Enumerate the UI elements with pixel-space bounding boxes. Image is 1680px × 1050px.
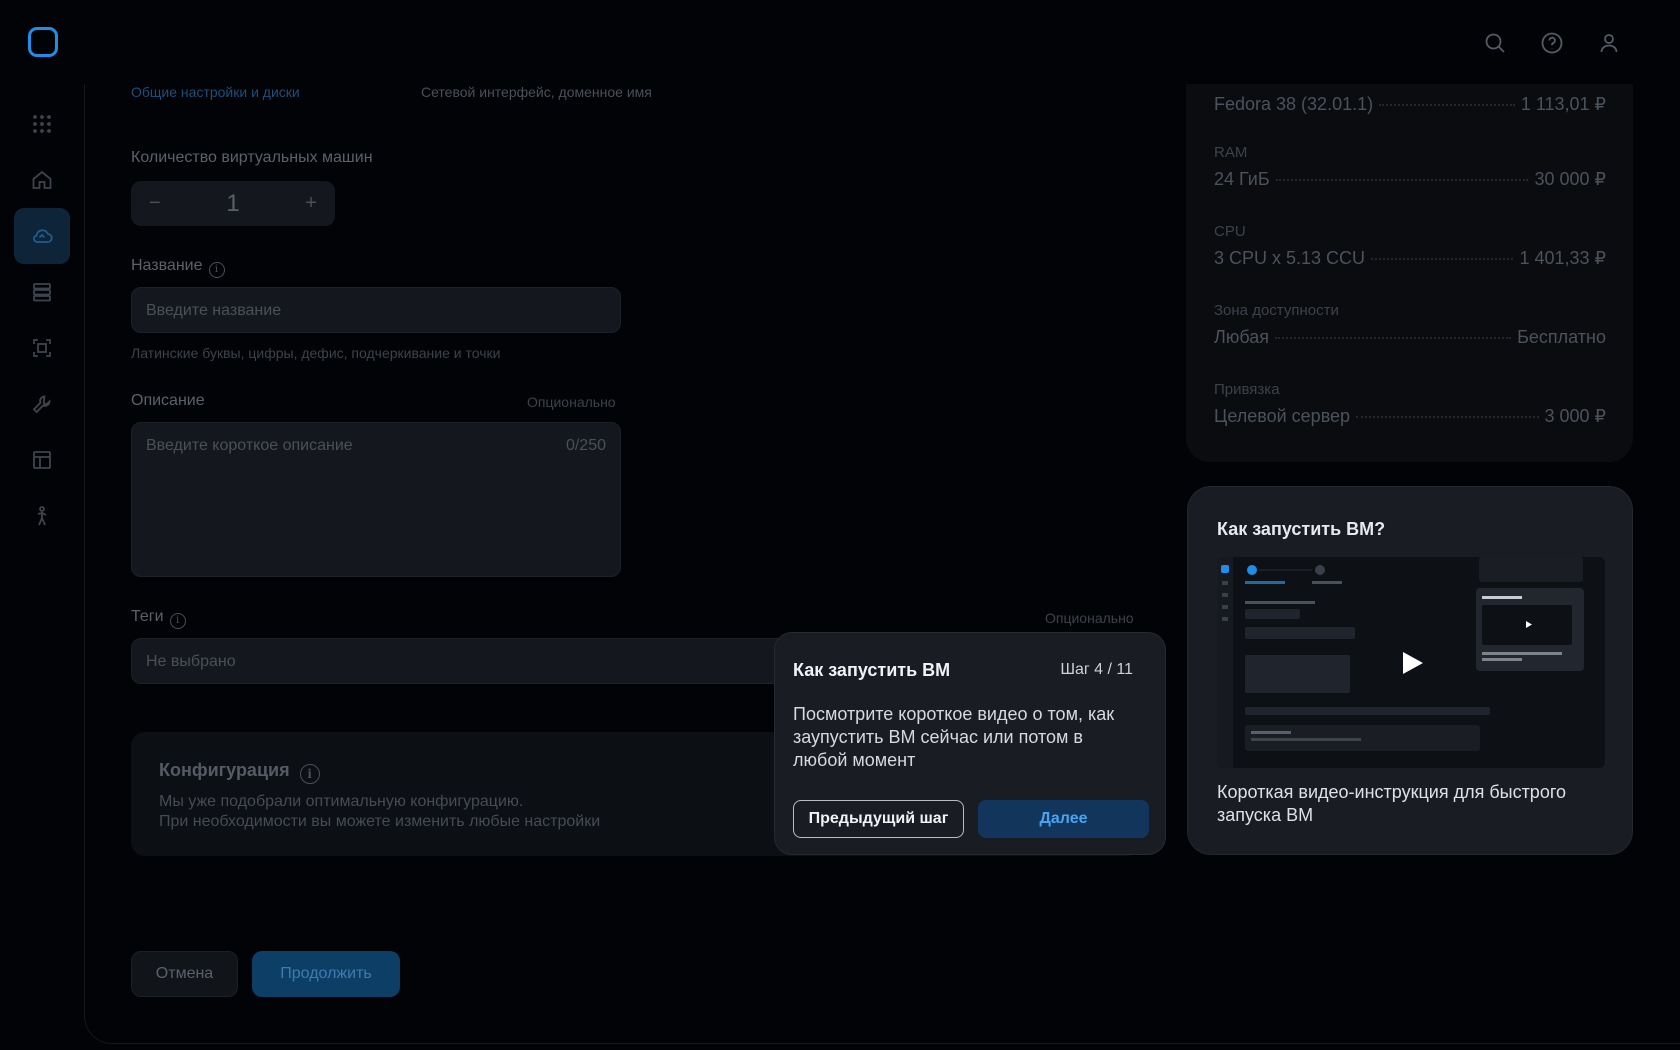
leader-dots bbox=[1371, 258, 1514, 260]
leader-dots bbox=[1379, 104, 1515, 106]
step-next-subtitle[interactable]: Сетевой интерфейс, доменное имя bbox=[421, 84, 652, 100]
header-actions bbox=[1480, 28, 1624, 58]
home-icon[interactable] bbox=[14, 152, 70, 208]
price-item-value: 3 000 ₽ bbox=[1544, 406, 1607, 426]
cloud-icon[interactable] bbox=[14, 208, 70, 264]
leader-dots bbox=[1275, 179, 1529, 181]
tags-label-row: Теги i bbox=[131, 608, 186, 629]
price-row-ram: RAM 24 ГиБ 30 000 ₽ bbox=[1214, 144, 1606, 190]
decrement-button[interactable]: − bbox=[149, 192, 161, 215]
video-card-title: Как запустить ВМ? bbox=[1217, 519, 1386, 539]
layout-icon[interactable] bbox=[14, 432, 70, 488]
price-item-name: Любая bbox=[1214, 327, 1269, 347]
description-textarea[interactable]: Введите короткое описание 0/250 bbox=[131, 422, 621, 577]
price-item-value: 1 401,33 ₽ bbox=[1519, 248, 1606, 268]
price-row-os: Fedora 38 (32.01.1) 1 113,01 ₽ bbox=[1214, 94, 1606, 115]
vm-count-label: Количество виртуальных машин bbox=[131, 149, 373, 166]
tags-label: Теги bbox=[131, 608, 164, 625]
cancel-button[interactable]: Отмена bbox=[131, 951, 238, 997]
configuration-line-2: При необходимости вы можете изменить люб… bbox=[159, 813, 601, 830]
increment-button[interactable]: + bbox=[305, 192, 317, 215]
price-row-zone: Зона доступности Любая Бесплатно bbox=[1214, 302, 1606, 348]
info-icon[interactable]: i bbox=[169, 612, 186, 629]
price-category: RAM bbox=[1214, 144, 1248, 161]
info-icon[interactable]: i bbox=[299, 764, 320, 784]
info-icon[interactable]: i bbox=[208, 261, 225, 278]
apps-grid-icon[interactable] bbox=[14, 96, 70, 152]
onboarding-tour-popover: Как запустить ВМ Шаг 4 / 11 Посмотрите к… bbox=[774, 632, 1166, 855]
price-item-value: 30 000 ₽ bbox=[1534, 169, 1606, 189]
app-logo[interactable] bbox=[28, 27, 58, 57]
tour-title: Как запустить ВМ bbox=[793, 660, 951, 680]
price-category: CPU bbox=[1214, 223, 1246, 240]
tags-select[interactable]: Не выбрано bbox=[131, 638, 791, 684]
help-icon[interactable] bbox=[1537, 28, 1567, 58]
play-icon[interactable] bbox=[1403, 652, 1423, 674]
price-row-binding: Привязка Целевой сервер 3 000 ₽ bbox=[1214, 381, 1606, 427]
tour-step-counter: Шаг 4 / 11 bbox=[1060, 661, 1133, 678]
name-hint: Латинские буквы, цифры, дефис, подчеркив… bbox=[131, 345, 501, 361]
leader-dots bbox=[1274, 337, 1512, 339]
price-item-name: 24 ГиБ bbox=[1214, 169, 1270, 189]
name-input[interactable]: Введите название bbox=[131, 287, 621, 333]
video-thumbnail[interactable] bbox=[1217, 557, 1605, 768]
previous-step-button[interactable]: Предыдущий шаг bbox=[793, 800, 964, 838]
next-step-button[interactable]: Далее bbox=[978, 800, 1149, 838]
price-row-cpu: CPU 3 CPU x 5.13 CCU 1 401,33 ₽ bbox=[1214, 223, 1606, 269]
price-item-value: Бесплатно bbox=[1517, 327, 1606, 347]
configuration-title: Конфигурация bbox=[159, 760, 290, 780]
description-label: Описание bbox=[131, 392, 205, 409]
frame-icon[interactable] bbox=[14, 320, 70, 376]
description-placeholder: Введите короткое описание bbox=[146, 437, 353, 454]
leader-dots bbox=[1356, 416, 1539, 418]
tour-body: Посмотрите короткое видео о том, как зау… bbox=[793, 704, 1115, 770]
configuration-title-row: Конфигурация i bbox=[159, 760, 320, 784]
person-icon[interactable] bbox=[14, 488, 70, 544]
search-icon[interactable] bbox=[1480, 28, 1510, 58]
database-icon[interactable] bbox=[14, 264, 70, 320]
name-placeholder: Введите название bbox=[146, 302, 282, 319]
description-optional: Опционально bbox=[527, 394, 616, 410]
video-card: Как запустить ВМ? Короткая видео-инструк… bbox=[1187, 486, 1633, 855]
price-item-name: 3 CPU x 5.13 CCU bbox=[1214, 248, 1366, 268]
tools-icon[interactable] bbox=[14, 376, 70, 432]
tags-value: Не выбрано bbox=[146, 653, 236, 670]
name-label: Название bbox=[131, 257, 203, 274]
name-label-row: Название i bbox=[131, 257, 225, 278]
vm-count-value[interactable]: 1 bbox=[226, 190, 239, 218]
sidebar-nav bbox=[14, 96, 70, 544]
user-icon[interactable] bbox=[1594, 28, 1624, 58]
price-item-name: Целевой сервер bbox=[1214, 406, 1351, 426]
description-counter: 0/250 bbox=[565, 437, 606, 454]
tags-optional: Опционально bbox=[1045, 610, 1134, 626]
vm-count-stepper: − 1 + bbox=[131, 181, 335, 226]
price-summary: Fedora 38 (32.01.1) 1 113,01 ₽ RAM 24 Ги… bbox=[1186, 84, 1633, 462]
price-category: Зона доступности bbox=[1214, 302, 1339, 319]
configuration-line-1: Мы уже подобрали оптимальную конфигураци… bbox=[159, 793, 524, 810]
video-caption: Короткая видео-инструкция для быстрого з… bbox=[1217, 782, 1567, 825]
continue-button[interactable]: Продолжить bbox=[252, 951, 400, 997]
price-category: Привязка bbox=[1214, 381, 1280, 398]
price-item-value: 1 113,01 ₽ bbox=[1520, 94, 1606, 114]
step-current-subtitle[interactable]: Общие настройки и диски bbox=[131, 84, 300, 100]
price-item-name: Fedora 38 (32.01.1) bbox=[1214, 94, 1374, 114]
configuration-description: Мы уже подобрали оптимальную конфигураци… bbox=[159, 792, 600, 832]
